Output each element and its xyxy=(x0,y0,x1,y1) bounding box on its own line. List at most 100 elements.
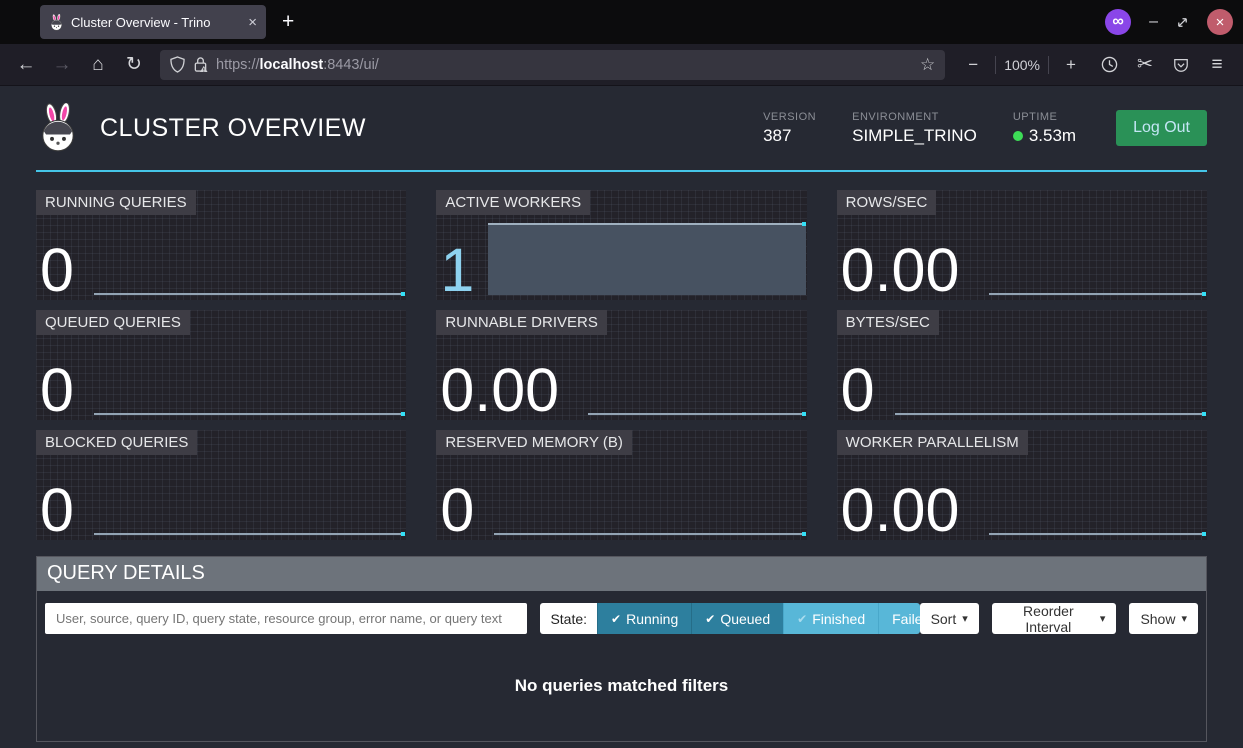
sparkline xyxy=(488,223,805,295)
back-button[interactable]: ← xyxy=(10,50,42,80)
uptime-status-dot xyxy=(1013,131,1023,141)
app-header: CLUSTER OVERVIEW VERSION 387 ENVIRONMENT… xyxy=(36,86,1207,172)
tile-value: 0 xyxy=(40,482,74,540)
browser-window: Cluster Overview - Trino × + ∞ – × ← → ⌂… xyxy=(0,0,1243,748)
chevron-down-icon: ▾ xyxy=(962,612,968,625)
state-filter-failed[interactable]: ✔ Failed ▾ xyxy=(878,603,919,634)
environment-label: ENVIRONMENT xyxy=(852,111,977,123)
menu-hamburger-icon[interactable]: ≡ xyxy=(1201,50,1233,80)
uptime-stat: UPTIME 3.53m xyxy=(1013,111,1076,146)
uptime-value: 3.53m xyxy=(1029,126,1076,146)
empty-queries-message: No queries matched filters xyxy=(37,645,1206,741)
sparkline xyxy=(94,293,405,295)
tile-runnable-drivers: RUNNABLE DRIVERS 0.00 xyxy=(436,310,806,420)
tile-label: ACTIVE WORKERS xyxy=(436,190,590,215)
sparkline-dot xyxy=(1202,292,1206,296)
logout-button[interactable]: Log Out xyxy=(1116,110,1207,146)
tile-queued-queries: QUEUED QUERIES 0 xyxy=(36,310,406,420)
environment-value: SIMPLE_TRINO xyxy=(852,126,977,146)
query-filter-toolbar: State: ✔ Running ▾ ✔ Queued ▾ ✔ Finished… xyxy=(37,591,1206,645)
trino-favicon-icon xyxy=(49,14,64,31)
bookmark-star-icon[interactable]: ☆ xyxy=(920,55,935,75)
sparkline-dot xyxy=(802,532,806,536)
shield-icon[interactable] xyxy=(170,56,185,73)
url-bar[interactable]: https://localhost:8443/ui/ ☆ xyxy=(160,50,945,80)
state-filter-queued[interactable]: ✔ Queued ▾ xyxy=(691,603,783,634)
separator xyxy=(995,56,996,74)
reorder-interval-dropdown[interactable]: Reorder Interval ▾ xyxy=(992,603,1117,634)
lock-warning-icon[interactable] xyxy=(193,56,208,73)
sparkline-dot xyxy=(802,222,806,226)
zoom-level[interactable]: 100% xyxy=(1004,57,1040,73)
sparkline-dot xyxy=(401,292,405,296)
screenshot-scissors-icon[interactable]: ✂ xyxy=(1129,50,1161,80)
sparkline xyxy=(494,533,805,535)
state-filter-label: State: xyxy=(540,603,597,634)
query-search-input[interactable] xyxy=(45,603,527,634)
private-browsing-icon: ∞ xyxy=(1105,9,1131,35)
zoom-controls: − 100% + xyxy=(959,55,1085,75)
chevron-down-icon: ▾ xyxy=(1181,612,1187,625)
tile-active-workers: ACTIVE WORKERS 1 xyxy=(436,190,806,300)
tile-label: RESERVED MEMORY (B) xyxy=(436,430,632,455)
check-icon: ✔ xyxy=(705,612,715,626)
sparkline xyxy=(989,533,1206,535)
tab-close-icon[interactable]: × xyxy=(248,14,257,31)
trino-logo-icon xyxy=(36,103,80,153)
window-restore-button[interactable] xyxy=(1176,16,1189,29)
state-filter-finished[interactable]: ✔ Finished ▾ xyxy=(783,603,878,634)
browser-navbar: ← → ⌂ ↻ https://localhost:8443/ui/ ☆ xyxy=(0,44,1243,86)
history-clock-icon[interactable] xyxy=(1093,50,1125,80)
query-details-panel: QUERY DETAILS State: ✔ Running ▾ ✔ Queue… xyxy=(36,556,1207,742)
home-button[interactable]: ⌂ xyxy=(82,50,114,80)
separator xyxy=(1048,56,1049,74)
tile-label: RUNNABLE DRIVERS xyxy=(436,310,607,335)
sparkline-dot xyxy=(1202,532,1206,536)
tile-worker-parallelism: WORKER PARALLELISM 0.00 xyxy=(837,430,1207,540)
tile-value: 0 xyxy=(40,242,74,300)
zoom-out-button[interactable]: − xyxy=(959,55,987,75)
tile-reserved-memory: RESERVED MEMORY (B) 0 xyxy=(436,430,806,540)
tile-blocked-queries: BLOCKED QUERIES 0 xyxy=(36,430,406,540)
sparkline-dot xyxy=(401,412,405,416)
window-close-button[interactable]: × xyxy=(1207,9,1233,35)
tile-value: 1 xyxy=(440,242,474,300)
tile-label: RUNNING QUERIES xyxy=(36,190,196,215)
show-dropdown[interactable]: Show ▾ xyxy=(1129,603,1198,634)
reload-button[interactable]: ↻ xyxy=(118,50,150,80)
state-filter-running[interactable]: ✔ Running ▾ xyxy=(597,603,691,634)
tile-value: 0 xyxy=(841,362,875,420)
sort-dropdown[interactable]: Sort ▾ xyxy=(920,603,979,634)
chevron-down-icon: ▾ xyxy=(1100,612,1106,625)
pocket-icon[interactable] xyxy=(1165,50,1197,80)
cluster-stats-grid: RUNNING QUERIES 0 ACTIVE WORKERS 1 ROWS/… xyxy=(36,190,1207,540)
new-tab-button[interactable]: + xyxy=(282,10,294,34)
tile-value: 0 xyxy=(40,362,74,420)
tile-running-queries: RUNNING QUERIES 0 xyxy=(36,190,406,300)
tile-value: 0.00 xyxy=(841,242,960,300)
tile-label: QUEUED QUERIES xyxy=(36,310,190,335)
tile-label: ROWS/SEC xyxy=(837,190,937,215)
version-value: 387 xyxy=(763,126,816,146)
check-icon: ✔ xyxy=(611,612,621,626)
tile-value: 0.00 xyxy=(841,482,960,540)
tile-label: BLOCKED QUERIES xyxy=(36,430,197,455)
tile-label: BYTES/SEC xyxy=(837,310,939,335)
sparkline xyxy=(94,533,405,535)
sparkline-dot xyxy=(802,412,806,416)
sparkline xyxy=(588,413,805,415)
sparkline-dot xyxy=(1202,412,1206,416)
forward-button: → xyxy=(46,50,78,80)
sparkline xyxy=(989,293,1206,295)
url-text[interactable]: https://localhost:8443/ui/ xyxy=(216,57,379,73)
window-minimize-button[interactable]: – xyxy=(1149,13,1158,31)
tile-rows-sec: ROWS/SEC 0.00 xyxy=(837,190,1207,300)
environment-stat: ENVIRONMENT SIMPLE_TRINO xyxy=(852,111,977,146)
tile-value: 0 xyxy=(440,482,474,540)
zoom-in-button[interactable]: + xyxy=(1057,55,1085,75)
query-details-title: QUERY DETAILS xyxy=(37,557,1206,591)
page-title: CLUSTER OVERVIEW xyxy=(100,114,366,143)
state-filter-group: State: ✔ Running ▾ ✔ Queued ▾ ✔ Finished… xyxy=(540,603,919,634)
browser-tab[interactable]: Cluster Overview - Trino × xyxy=(40,5,266,39)
sparkline-dot xyxy=(401,532,405,536)
